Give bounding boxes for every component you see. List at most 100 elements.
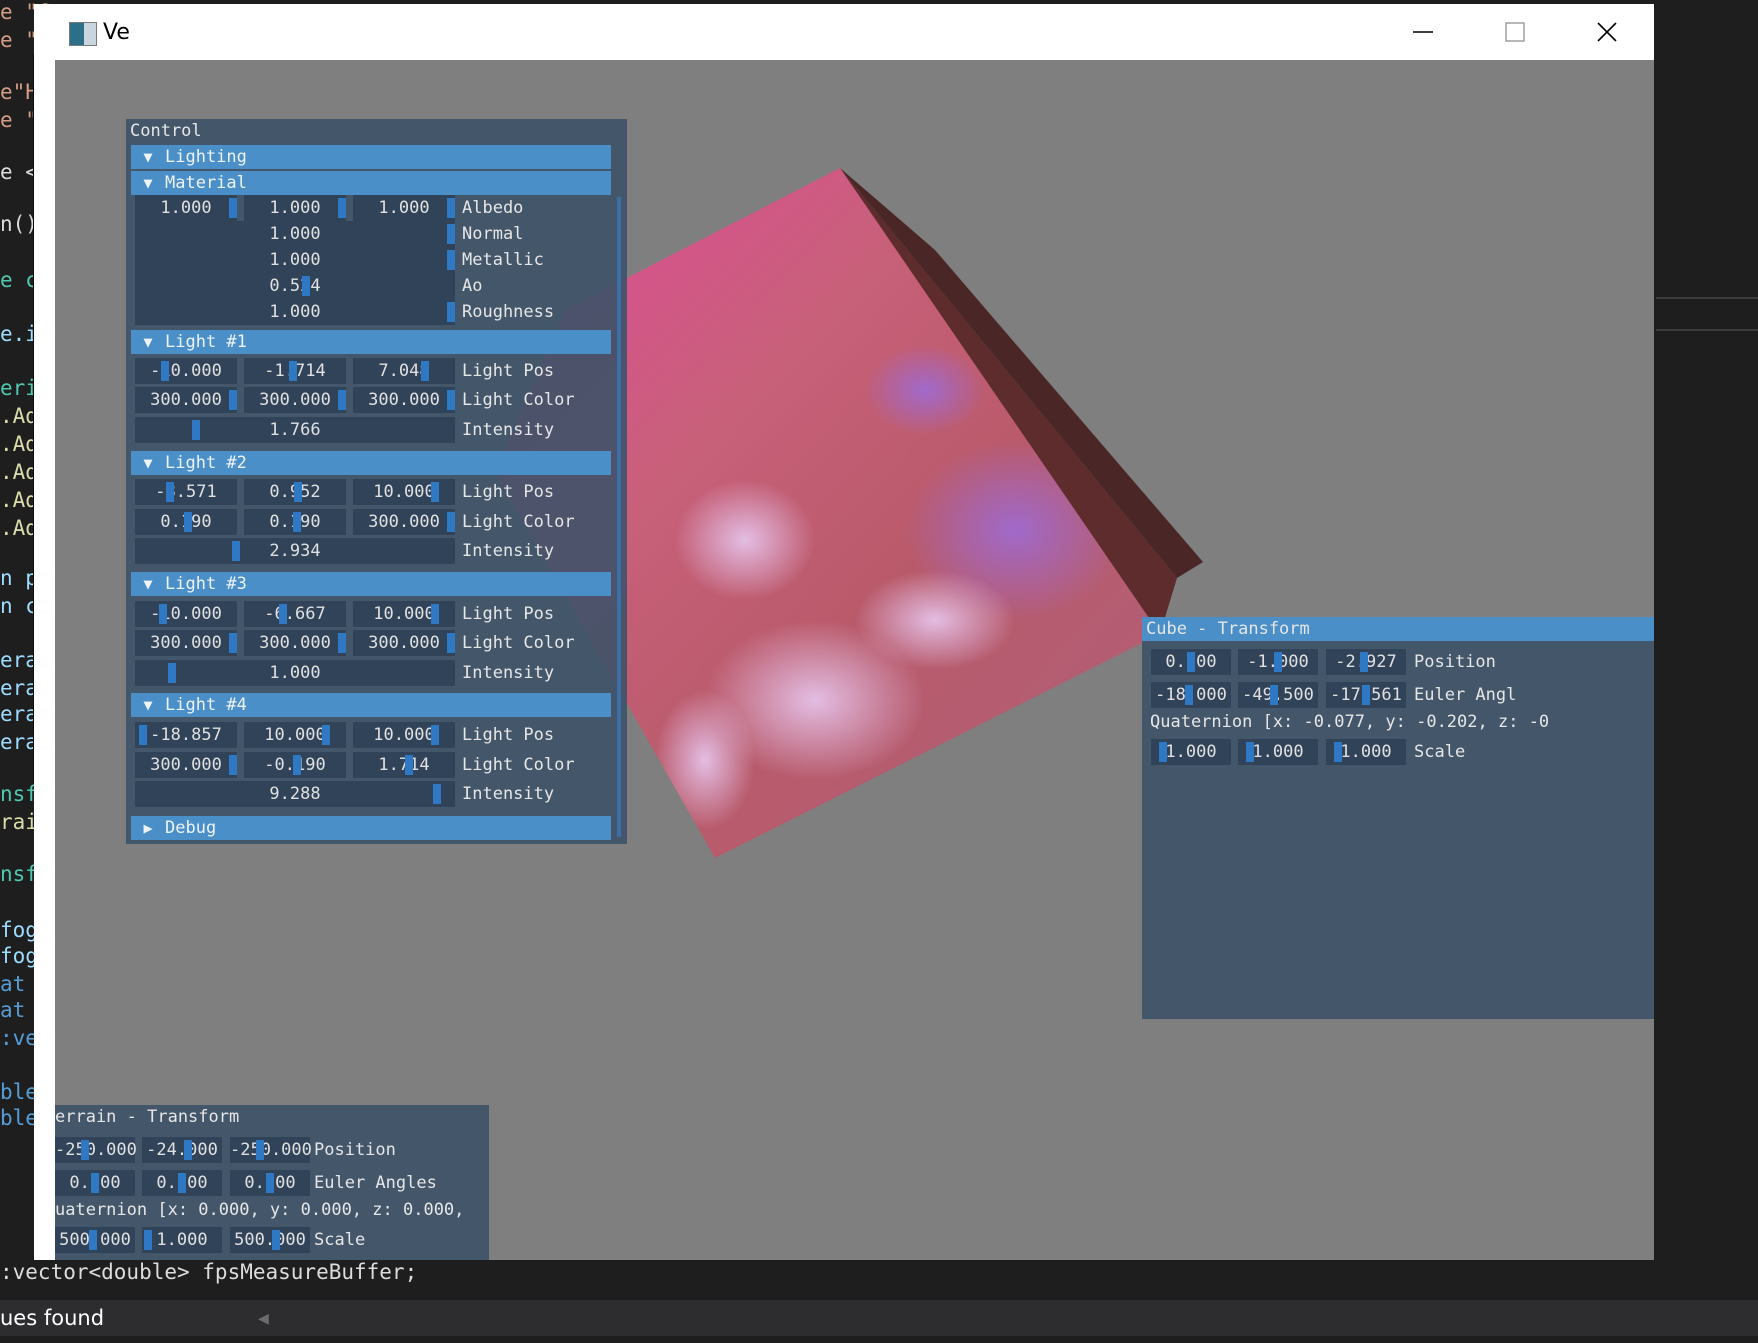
- light-4-pos-x[interactable]: -18.857: [135, 722, 237, 748]
- light-2-intensity-label: Intensity: [462, 541, 555, 561]
- expanded-arrow-icon: ▼: [143, 333, 153, 351]
- terrain-transform-panel[interactable]: errain - Transform -250.000 -24.000 -250…: [55, 1105, 489, 1260]
- light-1-header[interactable]: ▼ Light #1: [131, 330, 611, 354]
- light-2-pos-x[interactable]: -8.571: [135, 479, 237, 505]
- light-4-pos-z[interactable]: 10.000: [353, 722, 455, 748]
- cube-position-x[interactable]: 0.000: [1151, 649, 1231, 675]
- terrain-euler-y[interactable]: 0.000: [142, 1170, 222, 1196]
- albedo-b-slider[interactable]: 1.000: [353, 195, 455, 221]
- lighting-header[interactable]: ▼ Lighting: [131, 145, 611, 169]
- cube-position-z[interactable]: -2.927: [1326, 649, 1406, 675]
- light-2-intensity[interactable]: 2.934: [135, 538, 455, 564]
- slider-grab[interactable]: [447, 302, 455, 322]
- cube-scale-x[interactable]: 1.000: [1151, 739, 1231, 765]
- terrain-euler-label: Euler Angles: [314, 1173, 437, 1193]
- light-1-color-g[interactable]: 300.000: [244, 387, 346, 413]
- terrain-position-label: Position: [314, 1140, 396, 1160]
- light-4-color-label: Light Color: [462, 755, 575, 775]
- scroll-left-icon[interactable]: ◀: [258, 1308, 269, 1329]
- maximize-button[interactable]: [1470, 4, 1560, 60]
- light-3-pos-x[interactable]: -10.000: [135, 601, 237, 627]
- albedo-r-slider[interactable]: 1.000: [135, 195, 237, 221]
- light-4-intensity[interactable]: 9.288: [135, 781, 455, 807]
- light-1-pos-z[interactable]: 7.048: [353, 358, 455, 384]
- expanded-arrow-icon: ▼: [143, 696, 153, 714]
- light-2-color-r[interactable]: 0.190: [135, 509, 237, 535]
- slider-grab[interactable]: [229, 198, 237, 218]
- light-4-color-g[interactable]: -0.190: [244, 752, 346, 778]
- normal-slider[interactable]: 1.000: [135, 221, 455, 247]
- light-2-header[interactable]: ▼ Light #2: [131, 451, 611, 475]
- slider-grab[interactable]: [447, 198, 455, 218]
- cube-euler-z[interactable]: -17.561: [1326, 682, 1406, 708]
- light-3-pos-y[interactable]: -6.667: [244, 601, 346, 627]
- editor-separator: [1656, 297, 1758, 331]
- light-4-color-b[interactable]: 1.714: [353, 752, 455, 778]
- albedo-label: Albedo: [462, 198, 524, 218]
- terrain-euler-x[interactable]: 0.000: [55, 1170, 135, 1196]
- slider-grab[interactable]: [302, 276, 310, 296]
- terrain-euler-z[interactable]: 0.000: [230, 1170, 310, 1196]
- light-3-color-g[interactable]: 300.000: [244, 630, 346, 656]
- light-2-color-g[interactable]: 0.190: [244, 509, 346, 535]
- control-panel[interactable]: Control ▼ Lighting ▼ Material 1.000 1.000 …: [126, 119, 627, 844]
- light-2-pos-z[interactable]: 10.000: [353, 479, 455, 505]
- albedo-g-slider[interactable]: 1.000: [244, 195, 346, 221]
- light-1-color-b[interactable]: 300.000: [353, 387, 455, 413]
- light-1-pos-label: Light Pos: [462, 361, 555, 381]
- light-3-color-b[interactable]: 300.000: [353, 630, 455, 656]
- light-2-color-b[interactable]: 300.000: [353, 509, 455, 535]
- light-3-pos-z[interactable]: 10.000: [353, 601, 455, 627]
- cube-scale-z[interactable]: 1.000: [1326, 739, 1406, 765]
- cube-euler-y[interactable]: -49.500: [1238, 682, 1318, 708]
- terrain-scale-y[interactable]: 1.000: [142, 1227, 222, 1253]
- slider-grab[interactable]: [447, 224, 455, 244]
- light-1-pos-x[interactable]: -10.000: [135, 358, 237, 384]
- light-4-color-r[interactable]: 300.000: [135, 752, 237, 778]
- light-4-intensity-label: Intensity: [462, 784, 555, 804]
- light-3-pos-label: Light Pos: [462, 604, 555, 624]
- light-2-color-label: Light Color: [462, 512, 575, 532]
- roughness-slider[interactable]: 1.000: [135, 299, 455, 325]
- light-3-color-r[interactable]: 300.000: [135, 630, 237, 656]
- cube-quaternion-text: Quaternion [x: -0.077, y: -0.202, z: -0: [1150, 712, 1550, 732]
- cube-position-y[interactable]: -1.000: [1238, 649, 1318, 675]
- light-2-pos-y[interactable]: 0.952: [244, 479, 346, 505]
- close-icon: [1597, 22, 1617, 42]
- panel-scrollbar[interactable]: [617, 197, 621, 837]
- slider-grab[interactable]: [338, 198, 346, 218]
- slider-grab[interactable]: [447, 250, 455, 270]
- light-1-color-r[interactable]: 300.000: [135, 387, 237, 413]
- terrain-scale-z[interactable]: 500.000: [230, 1227, 310, 1253]
- 3d-viewport[interactable]: Control ▼ Lighting ▼ Material 1.000 1.000 …: [55, 60, 1654, 1260]
- light-3-header[interactable]: ▼ Light #3: [131, 572, 611, 596]
- ao-slider[interactable]: 0.524: [135, 273, 455, 299]
- cube-euler-x[interactable]: -18.000: [1151, 682, 1231, 708]
- cube-position-label: Position: [1414, 652, 1496, 672]
- close-button[interactable]: [1562, 4, 1652, 60]
- terrain-position-z[interactable]: -250.000: [230, 1137, 312, 1163]
- ao-label: Ao: [462, 276, 483, 296]
- cube-scale-label: Scale: [1414, 742, 1466, 762]
- terrain-transform-title: errain - Transform: [55, 1107, 240, 1127]
- terrain-scale-x[interactable]: 500.000: [55, 1227, 135, 1253]
- light-1-color-label: Light Color: [462, 390, 575, 410]
- material-header[interactable]: ▼ Material: [131, 171, 611, 195]
- light-3-intensity[interactable]: 1.000: [135, 660, 455, 686]
- debug-header[interactable]: ▶ Debug: [131, 816, 611, 840]
- light-4-header[interactable]: ▼ Light #4: [131, 693, 611, 717]
- window-title: Ve: [103, 20, 130, 45]
- metallic-label: Metallic: [462, 250, 544, 270]
- title-bar[interactable]: Ve: [34, 4, 1654, 60]
- maximize-icon: [1505, 22, 1525, 42]
- light-4-pos-y[interactable]: 10.000: [244, 722, 346, 748]
- terrain-position-x[interactable]: -250.000: [55, 1137, 137, 1163]
- metallic-slider[interactable]: 1.000: [135, 247, 455, 273]
- light-1-pos-y[interactable]: -1.714: [244, 358, 346, 384]
- cube-scale-y[interactable]: 1.000: [1238, 739, 1318, 765]
- light-1-intensity-label: Intensity: [462, 420, 555, 440]
- light-1-intensity[interactable]: 1.766: [135, 417, 455, 443]
- terrain-position-y[interactable]: -24.000: [142, 1137, 222, 1163]
- cube-transform-panel[interactable]: Cube - Transform 0.000 -1.000 -2.927 Pos…: [1142, 617, 1654, 1019]
- minimize-button[interactable]: [1378, 4, 1468, 60]
